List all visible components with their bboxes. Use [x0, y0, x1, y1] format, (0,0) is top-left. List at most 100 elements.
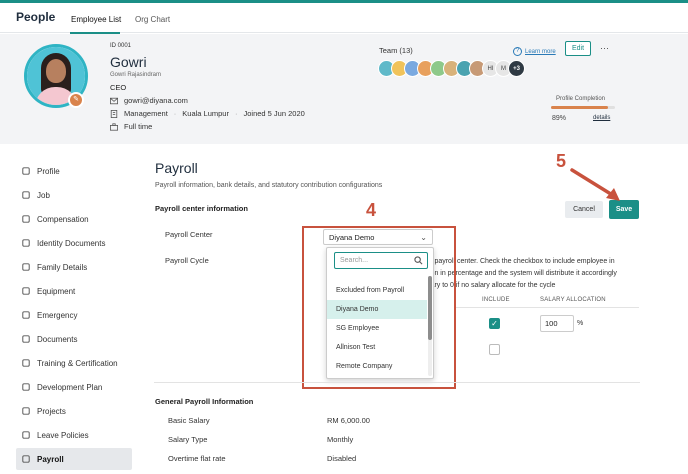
- sidebar-item-profile[interactable]: Profile: [16, 160, 132, 182]
- employee-joined: Joined 5 Jun 2020: [243, 109, 305, 118]
- sidebar-item-label: Projects: [37, 406, 66, 416]
- chart-icon: [22, 383, 30, 391]
- tab-employee-list[interactable]: Employee List: [71, 15, 121, 24]
- sidebar-item-development-plan[interactable]: Development Plan: [16, 376, 132, 398]
- phone-icon: [22, 311, 30, 319]
- sidebar-item-emergency[interactable]: Emergency: [16, 304, 132, 326]
- sidebar-item-equipment[interactable]: Equipment: [16, 280, 132, 302]
- sidebar-item-label: Identity Documents: [37, 238, 106, 248]
- user-icon: [22, 167, 30, 175]
- sidebar-item-job[interactable]: Job: [16, 184, 132, 206]
- learn-more-label: Learn more: [525, 48, 556, 55]
- profile-completion-label: Profile Completion: [556, 96, 606, 102]
- overtime-flat-rate-value: Disabled: [327, 454, 357, 463]
- edit-button[interactable]: Edit: [565, 41, 591, 56]
- app-brand[interactable]: People: [16, 10, 55, 24]
- learn-more-link[interactable]: ? Learn more: [513, 47, 556, 56]
- page-title: Payroll: [155, 160, 198, 176]
- sidebar-item-payroll[interactable]: Payroll: [16, 448, 132, 470]
- sidebar-item-leave-policies[interactable]: Leave Policies: [16, 424, 132, 446]
- sidebar-item-identity-documents[interactable]: Identity Documents: [16, 232, 132, 254]
- payroll-cycle-description-line: s payroll center. Check the checkbox to …: [429, 258, 615, 265]
- profile-completion-fill: [551, 106, 608, 109]
- salary-type-value: Monthly: [327, 435, 354, 444]
- avatar-edit-icon[interactable]: ✎: [68, 92, 84, 108]
- team-title: Team (13): [379, 46, 413, 55]
- include-checkbox-unchecked[interactable]: [489, 344, 500, 355]
- sidebar-item-documents[interactable]: Documents: [16, 328, 132, 350]
- avatar-face: [46, 59, 66, 83]
- separator-dot: ·: [173, 109, 177, 118]
- salary-type-label: Salary Type: [168, 435, 208, 444]
- building-icon: [110, 109, 118, 118]
- employment-row: Full time: [110, 122, 152, 131]
- payroll-cycle-description-line: ion in percentage and the system will di…: [429, 270, 617, 277]
- annotation-step-4: 4: [366, 200, 377, 220]
- sidebar-item-label: Leave Policies: [37, 430, 89, 440]
- employee-id: ID 0001: [110, 43, 132, 49]
- employee-role: CEO: [110, 83, 127, 92]
- profile-completion-details-link[interactable]: details: [593, 115, 610, 121]
- section-title-general-payroll: General Payroll Information: [155, 397, 254, 406]
- sidebar-item-label: Equipment: [37, 286, 76, 296]
- sidebar-item-label: Training & Certification: [37, 358, 118, 368]
- employee-department: Management: [124, 109, 168, 118]
- payroll-cycle-description-line: lary to 0 if no salary allocate for the …: [429, 282, 556, 289]
- employee-full-name: Gowri Rajasindram: [110, 72, 162, 78]
- payroll-cycle-label: Payroll Cycle: [165, 256, 209, 265]
- sidebar-item-family-details[interactable]: Family Details: [16, 256, 132, 278]
- page-subtitle: Payroll information, bank details, and s…: [155, 182, 383, 189]
- payroll-icon: [22, 455, 30, 463]
- team-more-count[interactable]: +3: [508, 60, 525, 77]
- top-navbar: People Employee List Org Chart: [0, 3, 688, 34]
- employee-location: Kuala Lumpur: [182, 109, 229, 118]
- help-icon: ?: [513, 47, 522, 56]
- include-checkbox-checked[interactable]: ✓: [489, 318, 500, 329]
- sidebar-item-label: Documents: [37, 334, 78, 344]
- annotation-arrow-icon: [570, 168, 620, 201]
- table-header-divider: [454, 307, 639, 308]
- email-row: gowri@diyana.com: [110, 96, 188, 105]
- money-icon: [22, 215, 30, 223]
- profile-completion-value: 89%: [552, 115, 567, 122]
- basic-salary-value: RM 6,000.00: [327, 416, 370, 425]
- laptop-icon: [22, 287, 30, 295]
- salary-allocation-input[interactable]: 100: [540, 315, 574, 332]
- document-icon: [22, 335, 30, 343]
- sidebar-item-label: Profile: [37, 166, 60, 176]
- employee-name: Gowri: [110, 54, 147, 70]
- sidebar-item-projects[interactable]: Projects: [16, 400, 132, 422]
- basic-salary-label: Basic Salary: [168, 416, 210, 425]
- annotation-step-5: 5: [556, 151, 567, 171]
- section-divider: [154, 382, 640, 383]
- mail-icon: [110, 97, 118, 104]
- profile-completion-bar: [551, 106, 615, 109]
- payroll-center-label: Payroll Center: [165, 230, 213, 239]
- sidebar-item-compensation[interactable]: Compensation: [16, 208, 132, 230]
- team-avatars[interactable]: HI M +3: [378, 60, 525, 77]
- sidebar-item-label: Family Details: [37, 262, 88, 272]
- org-row: Management · Kuala Lumpur · Joined 5 Jun…: [110, 109, 305, 118]
- percent-sign: %: [577, 320, 584, 327]
- tab-org-chart[interactable]: Org Chart: [135, 15, 170, 24]
- briefcase-icon: [22, 191, 30, 199]
- separator-dot: ·: [234, 109, 238, 118]
- annotation-highlight-box: [302, 226, 456, 389]
- section-title-payroll-center: Payroll center information: [155, 204, 248, 213]
- sidebar-item-label: Payroll: [37, 454, 64, 464]
- calendar-icon: [22, 431, 30, 439]
- employment-type: Full time: [124, 122, 153, 131]
- projects-icon: [22, 407, 30, 415]
- employee-email[interactable]: gowri@diyana.com: [124, 96, 188, 105]
- sidebar-item-label: Development Plan: [37, 382, 103, 392]
- briefcase-icon: [110, 122, 118, 131]
- more-options-icon[interactable]: ···: [600, 43, 609, 53]
- salary-allocation-column-header: SALARY ALLOCATION: [540, 297, 606, 303]
- sidebar-item-label: Job: [37, 190, 50, 200]
- family-icon: [22, 263, 30, 271]
- overtime-flat-rate-label: Overtime flat rate: [168, 454, 226, 463]
- include-column-header: INCLUDE: [482, 297, 510, 303]
- sidebar-item-label: Emergency: [37, 310, 78, 320]
- sidebar-item-training-certification[interactable]: Training & Certification: [16, 352, 132, 374]
- id-card-icon: [22, 239, 30, 247]
